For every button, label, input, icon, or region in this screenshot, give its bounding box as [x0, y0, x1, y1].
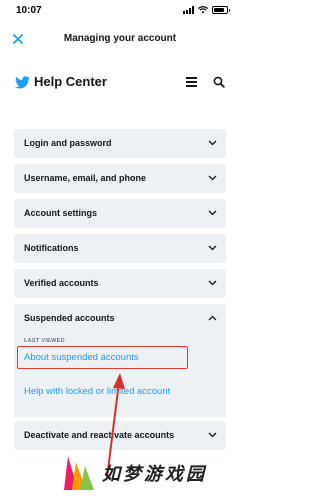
accordion-item-label: Login and password [24, 138, 112, 148]
accordion-item-label: Account settings [24, 208, 98, 218]
status-time: 10:07 [16, 5, 42, 16]
chevron-down-icon [208, 210, 217, 216]
accordion-item-label: Username, email, and phone [24, 173, 147, 183]
chevron-down-icon [208, 432, 217, 438]
link-about-suspended-accounts[interactable]: About suspended accounts [24, 352, 139, 363]
accordion-item-label: Suspended accounts [24, 313, 115, 323]
menu-icon[interactable] [186, 77, 197, 87]
status-icons [183, 6, 230, 14]
accordion-item-label: Verified accounts [24, 278, 99, 288]
search-icon[interactable] [213, 76, 225, 88]
chevron-down-icon [208, 175, 217, 181]
accordion-item-notifications[interactable]: Notifications [14, 234, 226, 263]
accordion-item-username-email-phone[interactable]: Username, email, and phone [14, 164, 226, 193]
accordion-item-account-settings[interactable]: Account settings [14, 199, 226, 228]
accordion-item-verified-accounts[interactable]: Verified accounts [14, 269, 226, 298]
wifi-icon [198, 6, 208, 14]
cellular-signal-icon [183, 6, 194, 14]
chevron-up-icon [208, 315, 217, 321]
nav-title: Managing your account [63, 33, 177, 44]
accordion-header-suspended-accounts[interactable]: Suspended accounts [14, 304, 226, 333]
nav-bar: Managing your account [0, 26, 240, 54]
help-center-header: Help Center [0, 70, 240, 98]
chevron-down-icon [208, 140, 217, 146]
help-center-title: Help Center [34, 74, 107, 89]
link-help-locked-limited-account[interactable]: Help with locked or limited account [24, 386, 170, 397]
twitter-bird-icon[interactable] [15, 76, 30, 89]
last-viewed-tag: LAST VIEWED [24, 338, 65, 344]
watermark-text: 如梦游戏园 [102, 464, 207, 485]
battery-icon [212, 6, 230, 14]
accordion-item-label: Notifications [24, 243, 79, 253]
chevron-down-icon [208, 245, 217, 251]
accordion-item-login-password[interactable]: Login and password [14, 129, 226, 158]
watermark-logo [64, 456, 94, 490]
status-bar: 10:07 [0, 0, 240, 22]
chevron-down-icon [208, 280, 217, 286]
